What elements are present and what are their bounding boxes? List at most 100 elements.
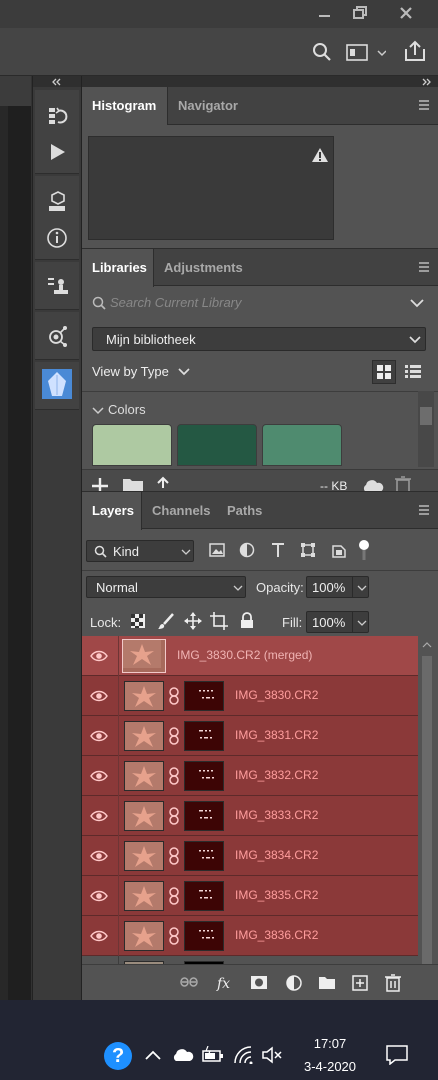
visibility-eye-icon[interactable]: [90, 688, 108, 704]
lock-image-pixels-icon[interactable]: [157, 612, 175, 630]
fx-icon[interactable]: fx: [216, 974, 234, 992]
layer-thumbnail[interactable]: [124, 801, 164, 831]
share-button[interactable]: [404, 40, 426, 62]
link-chain-icon[interactable]: [168, 847, 180, 865]
lock-all-icon[interactable]: [240, 612, 254, 629]
taskbar-date[interactable]: 3-4-2020: [296, 1059, 364, 1074]
color-swatch[interactable]: [92, 424, 172, 466]
layer-row[interactable]: IMG_3832.CR2: [82, 756, 418, 796]
tab-layers[interactable]: Layers: [82, 492, 142, 530]
3d-button[interactable]: [41, 186, 73, 218]
battery-icon[interactable]: [202, 1046, 224, 1064]
list-view-button[interactable]: [402, 360, 426, 384]
tab-navigator[interactable]: Navigator: [168, 87, 248, 125]
type-layer-filter-icon[interactable]: [270, 542, 286, 558]
chevron-down-icon[interactable]: [410, 298, 424, 308]
new-group-icon[interactable]: [318, 974, 336, 992]
dock-collapse-bar[interactable]: [33, 76, 81, 87]
libraries-scrollbar[interactable]: [418, 391, 434, 467]
visibility-eye-icon[interactable]: [90, 728, 108, 744]
layer-mask-thumbnail[interactable]: [184, 801, 224, 831]
link-layers-icon[interactable]: [180, 974, 198, 992]
link-chain-icon[interactable]: [168, 887, 180, 905]
visibility-eye-icon[interactable]: [90, 928, 108, 944]
layers-scrollbar[interactable]: [418, 636, 436, 996]
chevron-down-icon[interactable]: [178, 368, 190, 376]
visibility-eye-icon[interactable]: [90, 768, 108, 784]
layer-thumbnail[interactable]: [124, 721, 164, 751]
blend-mode-select[interactable]: Normal: [86, 576, 246, 598]
clone-source-button[interactable]: [41, 270, 73, 302]
visibility-eye-icon[interactable]: [90, 648, 108, 664]
layer-thumbnail[interactable]: [124, 681, 164, 711]
warning-icon[interactable]: [311, 147, 329, 163]
info-button[interactable]: [41, 222, 73, 254]
scrollbar-thumb[interactable]: [420, 407, 432, 425]
search-button[interactable]: [312, 42, 332, 62]
panel-menu-icon[interactable]: [418, 504, 430, 516]
library-search-input[interactable]: Search Current Library: [110, 295, 242, 310]
workspace-button[interactable]: [346, 44, 386, 62]
minimize-button[interactable]: [304, 0, 344, 26]
help-button[interactable]: ?: [104, 1042, 132, 1070]
actions-button[interactable]: [41, 136, 73, 168]
link-chain-icon[interactable]: [168, 687, 180, 705]
history-button[interactable]: [41, 100, 73, 132]
library-select[interactable]: Mijn bibliotheek: [92, 327, 426, 351]
smart-object-filter-icon[interactable]: [331, 542, 347, 558]
layer-row[interactable]: IMG_3833.CR2: [82, 796, 418, 836]
panel-menu-icon[interactable]: [418, 261, 430, 273]
close-button[interactable]: [386, 0, 426, 26]
layer-row[interactable]: IMG_3835.CR2: [82, 876, 418, 916]
link-chain-icon[interactable]: [168, 767, 180, 785]
chevron-up-icon[interactable]: [145, 1050, 161, 1060]
color-swatch[interactable]: [177, 424, 257, 466]
layer-row[interactable]: IMG_3836.CR2: [82, 916, 418, 956]
onedrive-icon[interactable]: [171, 1047, 195, 1063]
adjustment-layer-filter-icon[interactable]: [239, 542, 255, 558]
opacity-input[interactable]: 100%: [306, 576, 369, 598]
filter-toggle-icon[interactable]: [358, 539, 370, 561]
restore-button[interactable]: [340, 0, 380, 26]
tab-histogram[interactable]: Histogram: [82, 87, 168, 125]
new-adjustment-layer-icon[interactable]: [285, 974, 303, 992]
layer-mask-thumbnail[interactable]: [184, 761, 224, 791]
lock-transparent-pixels-icon[interactable]: [131, 614, 145, 628]
tab-paths[interactable]: Paths: [217, 492, 272, 530]
tab-channels[interactable]: Channels: [142, 492, 221, 530]
wifi-icon[interactable]: [233, 1046, 255, 1064]
layer-thumbnail[interactable]: [124, 841, 164, 871]
link-chain-icon[interactable]: [168, 727, 180, 745]
layer-row[interactable]: IMG_3834.CR2: [82, 836, 418, 876]
layer-row[interactable]: IMG_3830.CR2 (merged): [82, 636, 418, 676]
lock-position-icon[interactable]: [184, 612, 202, 630]
paths-button[interactable]: [41, 320, 73, 352]
layer-mask-thumbnail[interactable]: [184, 721, 224, 751]
layer-thumbnail[interactable]: [124, 921, 164, 951]
lock-artboard-icon[interactable]: [210, 612, 228, 630]
taskbar-time[interactable]: 17:07: [300, 1036, 360, 1051]
layer-mask-thumbnail[interactable]: [184, 881, 224, 911]
new-layer-icon[interactable]: [351, 974, 369, 992]
link-chain-icon[interactable]: [168, 927, 180, 945]
link-chain-icon[interactable]: [168, 807, 180, 825]
add-mask-icon[interactable]: [250, 974, 268, 992]
delete-layer-icon[interactable]: [384, 974, 402, 992]
layer-mask-thumbnail[interactable]: [184, 681, 224, 711]
volume-muted-icon[interactable]: [262, 1046, 284, 1064]
grid-view-button[interactable]: [372, 360, 396, 384]
tab-adjustments[interactable]: Adjustments: [154, 249, 253, 287]
layer-row[interactable]: IMG_3831.CR2: [82, 716, 418, 756]
color-swatch[interactable]: [262, 424, 342, 466]
tab-libraries[interactable]: Libraries: [82, 249, 154, 287]
layer-mask-thumbnail[interactable]: [184, 921, 224, 951]
layer-thumbnail[interactable]: [122, 639, 166, 673]
pixel-layer-filter-icon[interactable]: [209, 543, 225, 557]
visibility-eye-icon[interactable]: [90, 888, 108, 904]
chevron-down-icon[interactable]: [92, 407, 104, 415]
scrollbar-thumb[interactable]: [422, 656, 432, 976]
action-center-icon[interactable]: [386, 1045, 408, 1065]
layer-thumbnail[interactable]: [124, 881, 164, 911]
shape-layer-filter-icon[interactable]: [300, 542, 316, 558]
layer-thumbnail[interactable]: [124, 761, 164, 791]
